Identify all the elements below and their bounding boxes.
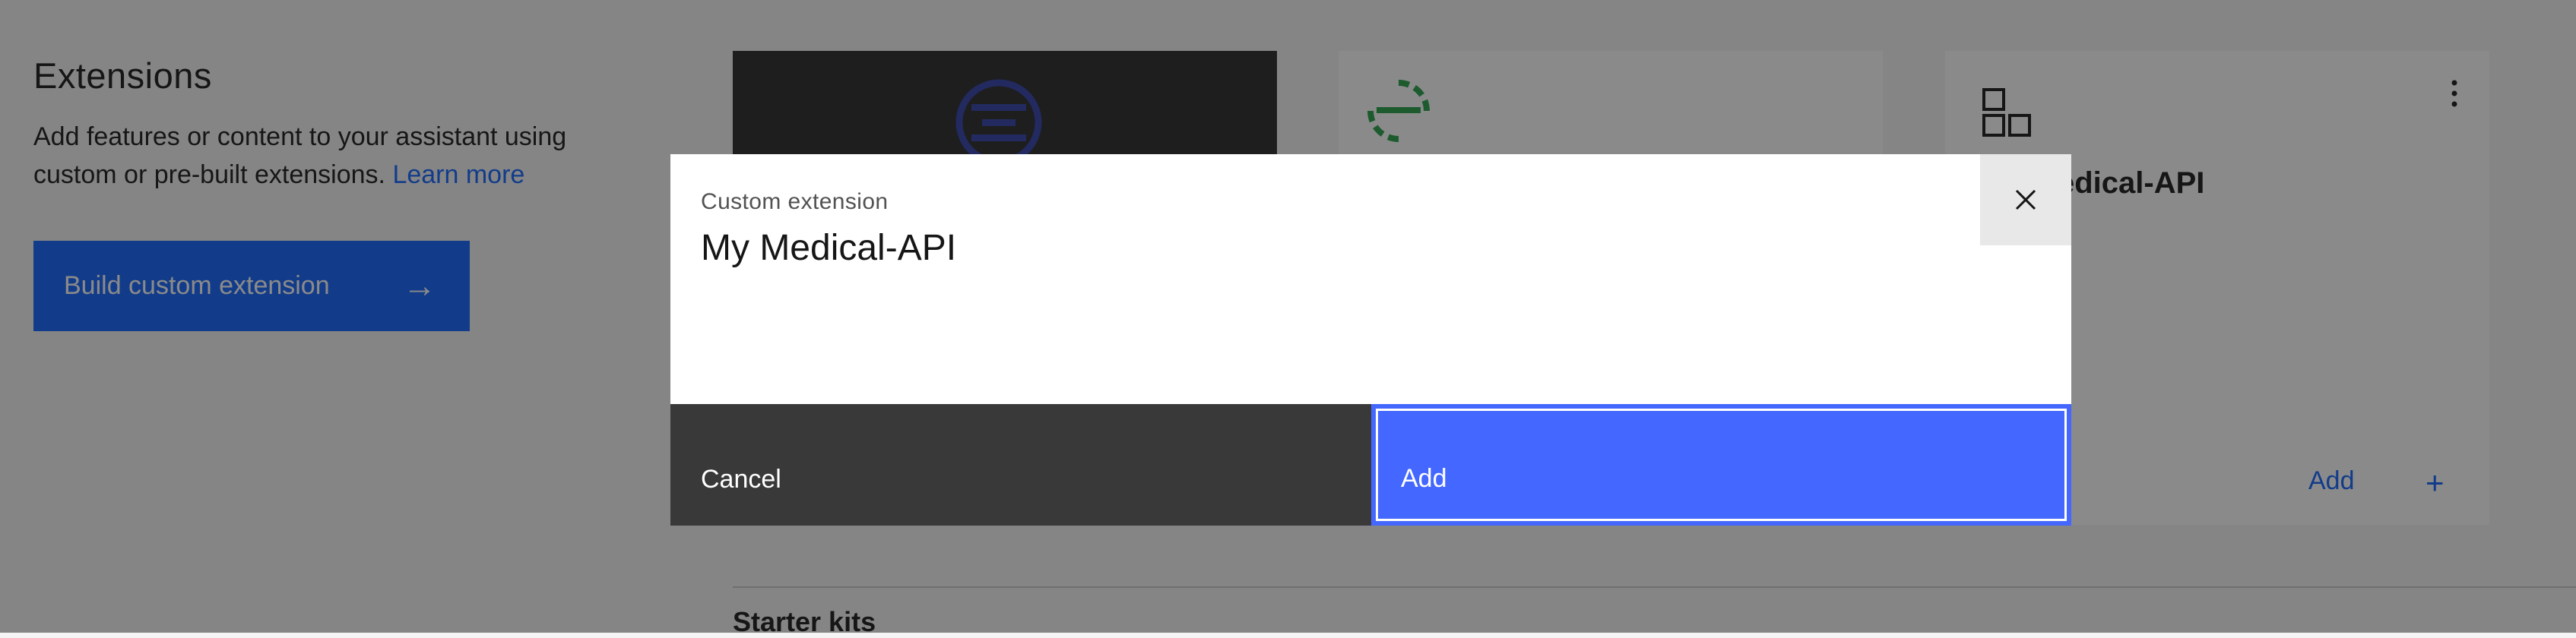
close-icon bbox=[2015, 189, 2036, 210]
modal-footer: Cancel Add bbox=[670, 404, 2071, 526]
modal-label: Custom extension bbox=[701, 189, 889, 214]
custom-extension-modal: Custom extension My Medical-API Cancel A… bbox=[670, 154, 2071, 526]
modal-heading: My Medical-API bbox=[701, 228, 957, 268]
add-button[interactable]: Add bbox=[1371, 404, 2071, 526]
cancel-button[interactable]: Cancel bbox=[670, 404, 1371, 526]
modal-close-button[interactable] bbox=[1980, 154, 2071, 245]
